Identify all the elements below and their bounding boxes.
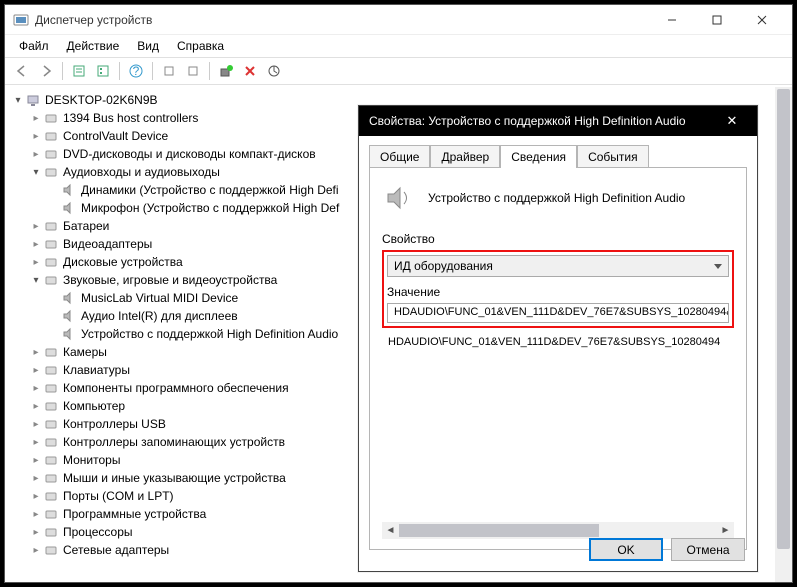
hardware-id-selected[interactable]: HDAUDIO\FUNC_01&VEN_111D&DEV_76E7&SUBSYS… bbox=[387, 303, 729, 323]
menu-action[interactable]: Действие bbox=[59, 37, 128, 55]
category-icon bbox=[43, 110, 59, 126]
titlebar: Диспетчер устройств bbox=[5, 5, 792, 35]
scrollbar-thumb[interactable] bbox=[777, 89, 790, 549]
close-button[interactable] bbox=[739, 5, 784, 35]
tool-icon[interactable] bbox=[182, 60, 204, 82]
speaker-icon bbox=[61, 308, 77, 324]
vertical-scrollbar[interactable] bbox=[775, 87, 792, 582]
tool-list-icon[interactable] bbox=[92, 60, 114, 82]
speaker-icon bbox=[61, 290, 77, 306]
horizontal-scrollbar[interactable]: ◄ ► bbox=[382, 522, 734, 539]
toolbar-separator bbox=[209, 62, 210, 80]
tab-general[interactable]: Общие bbox=[369, 145, 430, 168]
tool-icon[interactable] bbox=[158, 60, 180, 82]
scroll-left-arrow[interactable]: ◄ bbox=[382, 522, 399, 539]
category-icon bbox=[43, 128, 59, 144]
value-label: Значение bbox=[387, 285, 729, 299]
hscroll-thumb[interactable] bbox=[399, 524, 599, 537]
category-icon bbox=[43, 416, 59, 432]
dialog-title: Свойства: Устройство с поддержкой High D… bbox=[369, 114, 717, 128]
dialog-body: Общие Драйвер Сведения События Устройств… bbox=[359, 136, 757, 571]
tabs: Общие Драйвер Сведения События bbox=[369, 144, 747, 168]
toolbar: ? bbox=[5, 57, 792, 85]
menubar: Файл Действие Вид Справка bbox=[5, 35, 792, 57]
ok-button[interactable]: OK bbox=[589, 538, 663, 561]
category-icon bbox=[43, 218, 59, 234]
category-icon bbox=[43, 524, 59, 540]
help-icon[interactable]: ? bbox=[125, 60, 147, 82]
toolbar-separator bbox=[119, 62, 120, 80]
computer-icon bbox=[25, 92, 41, 108]
forward-button[interactable] bbox=[35, 60, 57, 82]
category-icon bbox=[43, 398, 59, 414]
category-icon bbox=[43, 254, 59, 270]
category-icon bbox=[43, 146, 59, 162]
speaker-icon bbox=[382, 182, 414, 214]
category-icon bbox=[43, 434, 59, 450]
category-icon bbox=[43, 362, 59, 378]
tab-details[interactable]: Сведения bbox=[500, 145, 577, 168]
window-title: Диспетчер устройств bbox=[35, 13, 649, 27]
cancel-button[interactable]: Отмена bbox=[671, 538, 745, 561]
category-icon bbox=[43, 488, 59, 504]
category-icon bbox=[43, 164, 59, 180]
category-icon bbox=[43, 380, 59, 396]
menu-view[interactable]: Вид bbox=[129, 37, 167, 55]
menu-file[interactable]: Файл bbox=[11, 37, 57, 55]
dialog-buttons: OK Отмена bbox=[589, 538, 745, 561]
speaker-icon bbox=[61, 200, 77, 216]
toolbar-separator bbox=[62, 62, 63, 80]
maximize-button[interactable] bbox=[694, 5, 739, 35]
speaker-icon bbox=[61, 182, 77, 198]
properties-dialog: Свойства: Устройство с поддержкой High D… bbox=[358, 105, 758, 572]
dialog-close-button[interactable]: ✕ bbox=[717, 113, 747, 129]
device-header: Устройство с поддержкой High Definition … bbox=[382, 182, 734, 214]
svg-text:?: ? bbox=[133, 64, 140, 78]
toolbar-separator bbox=[152, 62, 153, 80]
category-icon bbox=[43, 452, 59, 468]
window-controls bbox=[649, 5, 784, 35]
app-icon bbox=[13, 12, 29, 28]
menu-help[interactable]: Справка bbox=[169, 37, 232, 55]
speaker-icon bbox=[61, 326, 77, 342]
back-button[interactable] bbox=[11, 60, 33, 82]
property-combobox[interactable]: ИД оборудования bbox=[387, 255, 729, 277]
scroll-right-arrow[interactable]: ► bbox=[717, 522, 734, 539]
tab-driver[interactable]: Драйвер bbox=[430, 145, 500, 168]
tab-panel-details: Устройство с поддержкой High Definition … bbox=[369, 168, 747, 550]
category-icon bbox=[43, 344, 59, 360]
tab-events[interactable]: События bbox=[577, 145, 649, 168]
hardware-id-row[interactable]: HDAUDIO\FUNC_01&VEN_111D&DEV_76E7&SUBSYS… bbox=[382, 334, 734, 350]
property-label: Свойство bbox=[382, 232, 734, 246]
category-icon bbox=[43, 506, 59, 522]
device-name: Устройство с поддержкой High Definition … bbox=[428, 191, 685, 205]
scan-hardware-icon[interactable] bbox=[215, 60, 237, 82]
uninstall-icon[interactable] bbox=[239, 60, 261, 82]
property-selected: ИД оборудования bbox=[394, 259, 493, 273]
highlight-box: ИД оборудования Значение HDAUDIO\FUNC_01… bbox=[382, 250, 734, 328]
category-icon bbox=[43, 236, 59, 252]
category-icon bbox=[43, 542, 59, 558]
update-driver-icon[interactable] bbox=[263, 60, 285, 82]
tool-properties-icon[interactable] bbox=[68, 60, 90, 82]
minimize-button[interactable] bbox=[649, 5, 694, 35]
category-icon bbox=[43, 272, 59, 288]
category-icon bbox=[43, 470, 59, 486]
dialog-titlebar[interactable]: Свойства: Устройство с поддержкой High D… bbox=[359, 106, 757, 136]
